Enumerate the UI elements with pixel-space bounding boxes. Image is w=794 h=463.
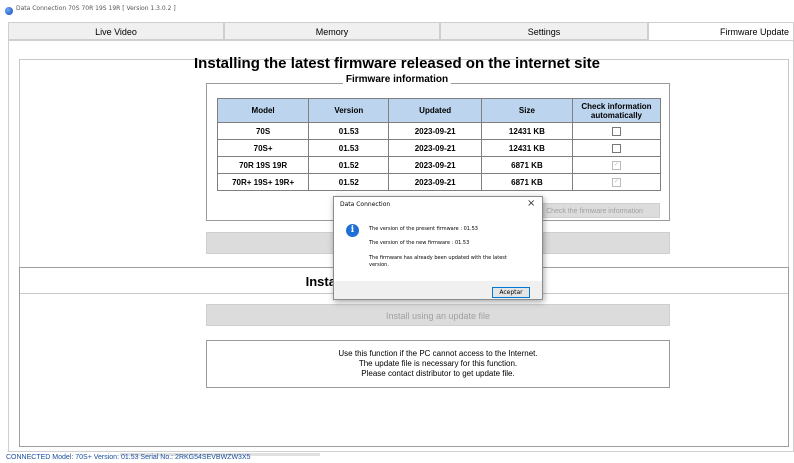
cell-check — [571, 122, 662, 140]
tab-firmware-update[interactable]: Firmware Update — [648, 22, 794, 41]
window-title: Data Connection 70S 70R 19S 19R [ Versio… — [16, 5, 176, 12]
table-row: 70S 01.53 2023-09-21 12431 KB — [216, 122, 662, 140]
cell-updated: 2023-09-21 — [388, 122, 482, 140]
dialog-message-present-version: The version of the present firmware : 01… — [369, 226, 478, 232]
dialog-title: Data Connection — [340, 201, 391, 208]
tab-settings[interactable]: Settings — [440, 22, 648, 40]
column-header-check: Check information automatically — [571, 98, 662, 123]
cell-updated: 2023-09-21 — [388, 139, 482, 157]
ok-button[interactable]: Aceptar — [492, 287, 530, 298]
auto-check-checkbox-disabled: ✓ — [611, 177, 621, 187]
dialog-body — [334, 215, 542, 281]
auto-check-checkbox-disabled: ✓ — [611, 160, 621, 170]
cell-size: 6871 KB — [480, 156, 573, 174]
cell-version: 01.53 — [308, 139, 390, 157]
tab-memory[interactable]: Memory — [224, 22, 440, 40]
info-line: Please contact distributor to get update… — [361, 369, 515, 378]
firmware-info-legend: Firmware information — [0, 74, 794, 85]
table-row: 70S+ 01.53 2023-09-21 12431 KB — [216, 139, 662, 157]
install-update-file-button[interactable]: Install using an update file — [206, 304, 670, 326]
app-icon — [5, 7, 13, 15]
internet-install-heading: Installing the latest firmware released … — [194, 55, 600, 72]
cell-updated: 2023-09-21 — [388, 173, 482, 191]
cell-model: 70R+ 19S+ 19R+ — [216, 173, 310, 191]
info-icon: i — [346, 224, 359, 237]
cell-model: 70S+ — [216, 139, 310, 157]
info-line: The update file is necessary for this fu… — [358, 359, 518, 368]
column-header-model: Model — [216, 98, 310, 123]
column-header-version: Version — [308, 98, 390, 123]
cell-size: 12431 KB — [480, 139, 573, 157]
firmware-info-legend-text: Firmware information — [342, 74, 452, 85]
table-header-row: Model Version Updated Size Check informa… — [216, 98, 662, 123]
cell-version: 01.52 — [308, 173, 390, 191]
column-header-size: Size — [480, 98, 573, 123]
table-row: 70R 19S 19R 01.52 2023-09-21 6871 KB ✓ — [216, 156, 662, 174]
cell-check — [571, 139, 662, 157]
cell-model: 70S — [216, 122, 310, 140]
cell-size: 12431 KB — [480, 122, 573, 140]
firmware-info-dialog: Data Connection × i The version of the p… — [333, 196, 543, 300]
auto-check-checkbox[interactable] — [611, 126, 621, 136]
tab-bar: Live Video Memory Settings Firmware Upda… — [8, 22, 794, 41]
cell-updated: 2023-09-21 — [388, 156, 482, 174]
status-bar: CONNECTED Model: 70S+ Version: 01.53 Ser… — [0, 452, 794, 463]
close-icon[interactable]: × — [527, 198, 535, 209]
cell-model: 70R 19S 19R — [216, 156, 310, 174]
cell-size: 6871 KB — [480, 173, 573, 191]
column-header-updated: Updated — [388, 98, 482, 123]
cell-version: 01.53 — [308, 122, 390, 140]
cell-version: 01.52 — [308, 156, 390, 174]
check-firmware-info-button[interactable]: Check the firmware information — [529, 203, 660, 218]
dialog-message-new-version: The version of the new firmware : 01.53 — [369, 240, 470, 246]
auto-check-checkbox[interactable] — [611, 143, 621, 153]
info-line: Use this function if the PC cannot acces… — [338, 349, 538, 358]
tab-live-video[interactable]: Live Video — [8, 22, 224, 40]
firmware-table: Model Version Updated Size Check informa… — [216, 98, 662, 191]
dialog-message-already-updated-cont: version. — [369, 262, 389, 268]
dialog-message-already-updated: The firmware has already been updated wi… — [369, 255, 507, 261]
cell-check: ✓ — [571, 156, 662, 174]
title-bar: Data Connection 70S 70R 19S 19R [ Versio… — [0, 0, 794, 20]
table-row: 70R+ 19S+ 19R+ 01.52 2023-09-21 6871 KB … — [216, 173, 662, 191]
file-install-info-box: Use this function if the PC cannot acces… — [206, 340, 670, 388]
cell-check: ✓ — [571, 173, 662, 191]
connection-status-text: CONNECTED Model: 70S+ Version: 01.53 Ser… — [6, 454, 251, 461]
